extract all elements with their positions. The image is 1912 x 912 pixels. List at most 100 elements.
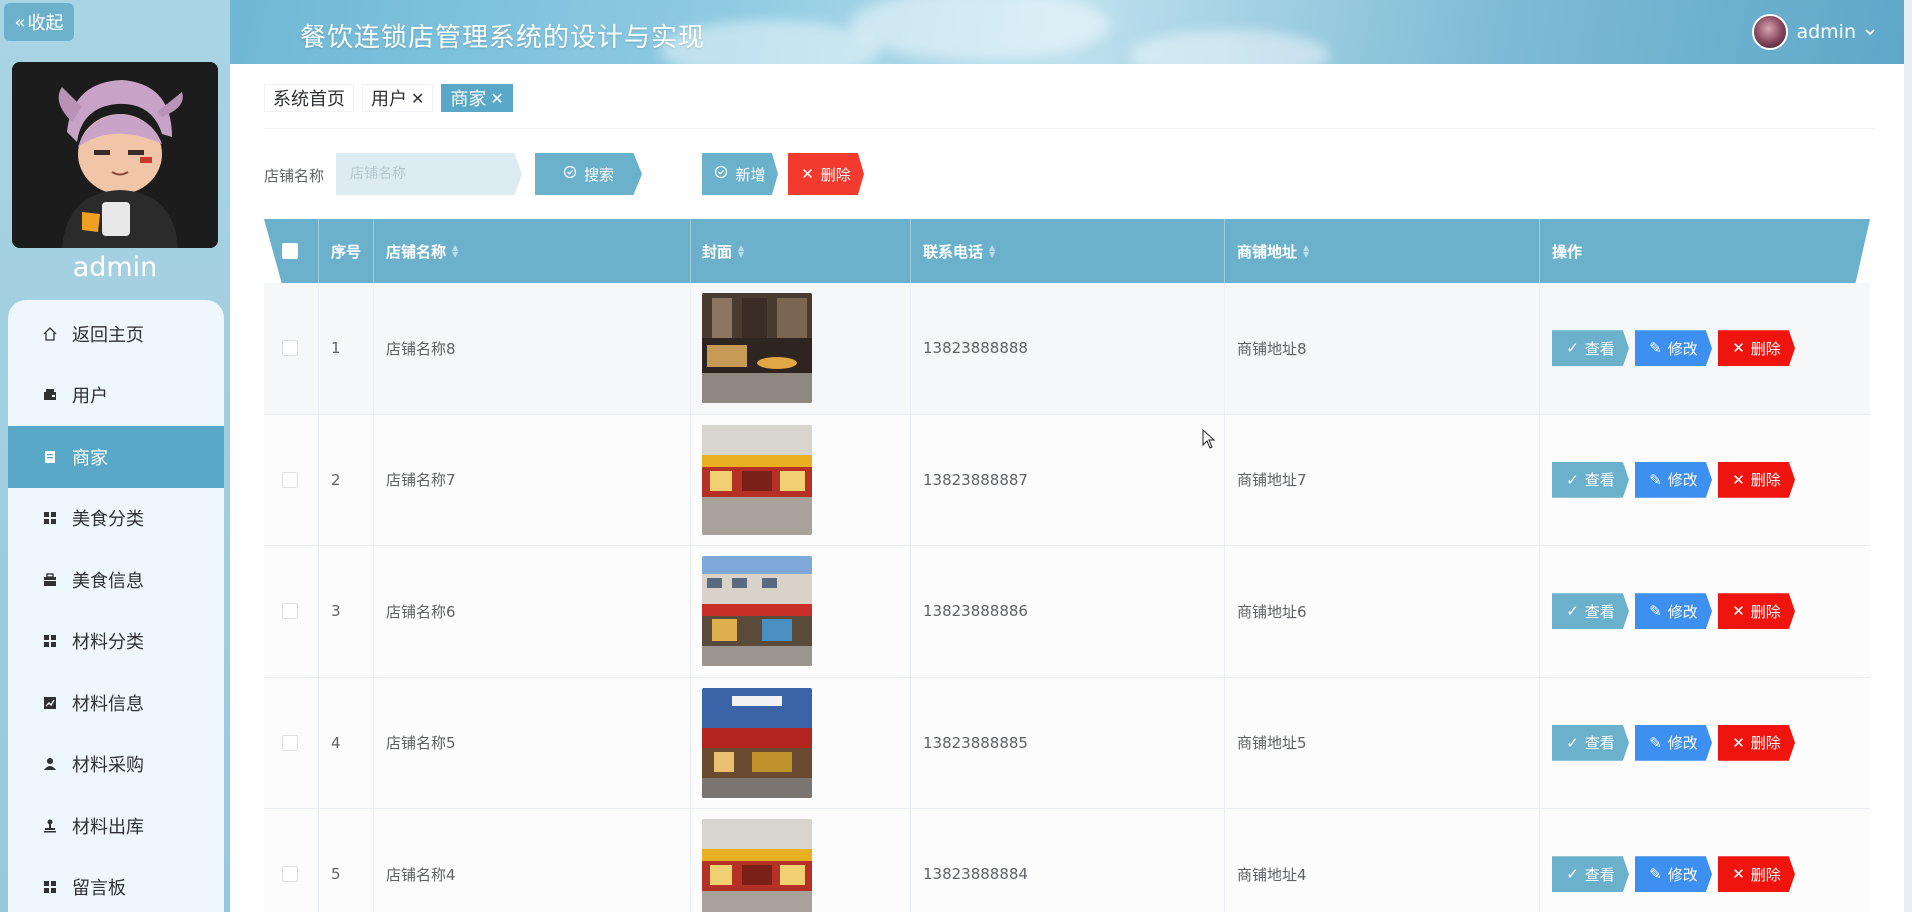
sidebar-item-users[interactable]: 用户 [8,365,224,427]
mouse-cursor-icon [1202,429,1216,449]
shop-cover-image[interactable] [702,424,812,535]
chevron-down-icon [1864,21,1876,43]
grid-icon [42,510,58,526]
tab-label: 商家 [450,89,487,110]
sidebar-item-merchants[interactable]: 商家 [8,426,224,488]
table-row: 5 店铺名称4 13823888884 商铺地址4 ✓ 查看 ✎ 修改 ✕ 删除 [264,809,1870,912]
edit-button[interactable]: ✎ 修改 [1635,593,1712,630]
delete-button-label: 删除 [820,165,851,184]
collapse-label: 收起 [27,13,64,34]
select-all-checkbox[interactable] [282,243,298,259]
tab-users[interactable]: 用户 ✕ [362,84,434,112]
sidebar-item-home[interactable]: 返回主页 [8,303,224,365]
shop-cover-image[interactable] [702,556,812,667]
pencil-icon: ✎ [1649,339,1662,358]
view-button[interactable]: ✓ 查看 [1552,461,1629,498]
row-index: 3 [319,546,374,677]
view-button[interactable]: ✓ 查看 [1552,856,1629,893]
wallet-icon [42,387,58,403]
close-icon[interactable]: ✕ [490,89,503,108]
sidebar-item-food-info[interactable]: 美食信息 [8,549,224,611]
address-cell: 商铺地址4 [1225,809,1540,912]
grid-icon [42,879,58,895]
row-checkbox[interactable] [282,471,298,488]
tab-merchants[interactable]: 商家 ✕ [441,84,513,112]
merchant-table: 序号 店铺名称 ▲ ▼ 封面 ▲ ▼ 联系电话 ▲ ▼ 商铺地址 ▲ ▼ 操作 1 店铺… [264,219,1870,912]
sidebar-item-material-category[interactable]: 材料分类 [8,611,224,673]
check-circle-icon [714,165,728,183]
edit-button[interactable]: ✎ 修改 [1635,856,1712,893]
batch-delete-button[interactable]: ✕ 删除 [788,153,864,195]
sort-icon[interactable]: ▲ ▼ [738,244,744,259]
sidebar-item-label: 材料分类 [72,632,144,654]
pencil-icon: ✎ [1649,733,1662,752]
edit-button[interactable]: ✎ 修改 [1635,724,1712,761]
sidebar-item-label: 材料采购 [72,755,144,777]
sidebar-item-message-board[interactable]: 留言板 [8,857,224,912]
shop-name-cell: 店铺名称8 [374,283,691,414]
edit-button[interactable]: ✎ 修改 [1635,461,1712,498]
sort-icon[interactable]: ▲ ▼ [989,244,995,259]
shop-cover-image[interactable] [702,293,812,404]
column-header-address[interactable]: 商铺地址 ▲ ▼ [1225,219,1540,283]
delete-button[interactable]: ✕ 删除 [1718,461,1795,498]
delete-button[interactable]: ✕ 删除 [1718,856,1795,893]
column-header-shop-name[interactable]: 店铺名称 ▲ ▼ [374,219,691,283]
edit-button[interactable]: ✎ 修改 [1635,330,1712,367]
sidebar-item-label: 用户 [72,386,108,408]
sidebar-item-material-purchase[interactable]: 材料采购 [8,734,224,796]
check-icon: ✓ [1566,470,1579,489]
top-header: 餐饮连锁店管理系统的设计与实现 admin [230,0,1904,64]
page-scrollbar[interactable] [1904,0,1912,912]
delete-button[interactable]: ✕ 删除 [1718,724,1795,761]
shop-name-search-input[interactable] [336,153,522,195]
header-cloud [850,0,1110,60]
search-button-label: 搜索 [583,165,614,184]
column-header-phone[interactable]: 联系电话 ▲ ▼ [911,219,1225,283]
select-all-cell [264,219,319,283]
row-checkbox[interactable] [282,340,298,357]
sidebar-item-label: 商家 [72,447,108,469]
row-checkbox[interactable] [282,603,298,620]
column-header-actions: 操作 [1552,242,1583,261]
collapse-button[interactable]: « 收起 [4,3,74,41]
row-index: 5 [319,809,374,912]
shop-cover-image[interactable] [702,819,812,912]
sidebar-item-material-outbound[interactable]: 材料出库 [8,795,224,857]
briefcase-icon [42,572,58,588]
row-checkbox[interactable] [282,866,298,883]
sidebar-item-label: 返回主页 [72,324,144,346]
pencil-icon: ✎ [1649,865,1662,884]
user-menu[interactable]: admin [1752,14,1876,50]
add-button-label: 新增 [735,165,766,184]
sidebar-user-name: admin [72,252,158,283]
sort-icon[interactable]: ▲ ▼ [1303,244,1309,259]
tab-home[interactable]: 系统首页 [264,84,354,112]
pencil-icon: ✎ [1649,602,1662,621]
row-index: 2 [319,414,374,545]
phone-cell: 13823888887 [911,414,1225,545]
view-button[interactable]: ✓ 查看 [1552,593,1629,630]
shop-cover-image[interactable] [702,687,812,798]
delete-button[interactable]: ✕ 删除 [1718,593,1795,630]
close-icon: ✕ [1732,339,1745,358]
chart-icon [42,695,58,711]
view-button[interactable]: ✓ 查看 [1552,724,1629,761]
shop-name-cell: 店铺名称5 [374,677,691,808]
table-row: 1 店铺名称8 13823888888 商铺地址8 ✓ 查看 ✎ 修改 ✕ 删除 [264,283,1870,415]
sort-icon[interactable]: ▲ ▼ [452,244,458,259]
view-button[interactable]: ✓ 查看 [1552,330,1629,367]
delete-button[interactable]: ✕ 删除 [1718,330,1795,367]
close-icon[interactable]: ✕ [411,89,424,108]
sidebar-item-material-info[interactable]: 材料信息 [8,672,224,734]
shop-name-cell: 店铺名称7 [374,414,691,545]
add-button[interactable]: 新增 [702,153,778,195]
sidebar: « 收起 ꟽ admin 返回主页 用户 商家 美食分类 美食信息 材料分类 材… [0,0,230,912]
row-checkbox[interactable] [282,734,298,751]
table-header: 序号 店铺名称 ▲ ▼ 封面 ▲ ▼ 联系电话 ▲ ▼ 商铺地址 ▲ ▼ 操作 [264,219,1870,283]
check-circle-icon [563,165,577,183]
column-header-cover[interactable]: 封面 ▲ ▼ [691,219,911,283]
search-button[interactable]: 搜索 [535,153,642,195]
sidebar-item-food-category[interactable]: 美食分类 [8,488,224,550]
shop-name-cell: 店铺名称6 [374,546,691,677]
